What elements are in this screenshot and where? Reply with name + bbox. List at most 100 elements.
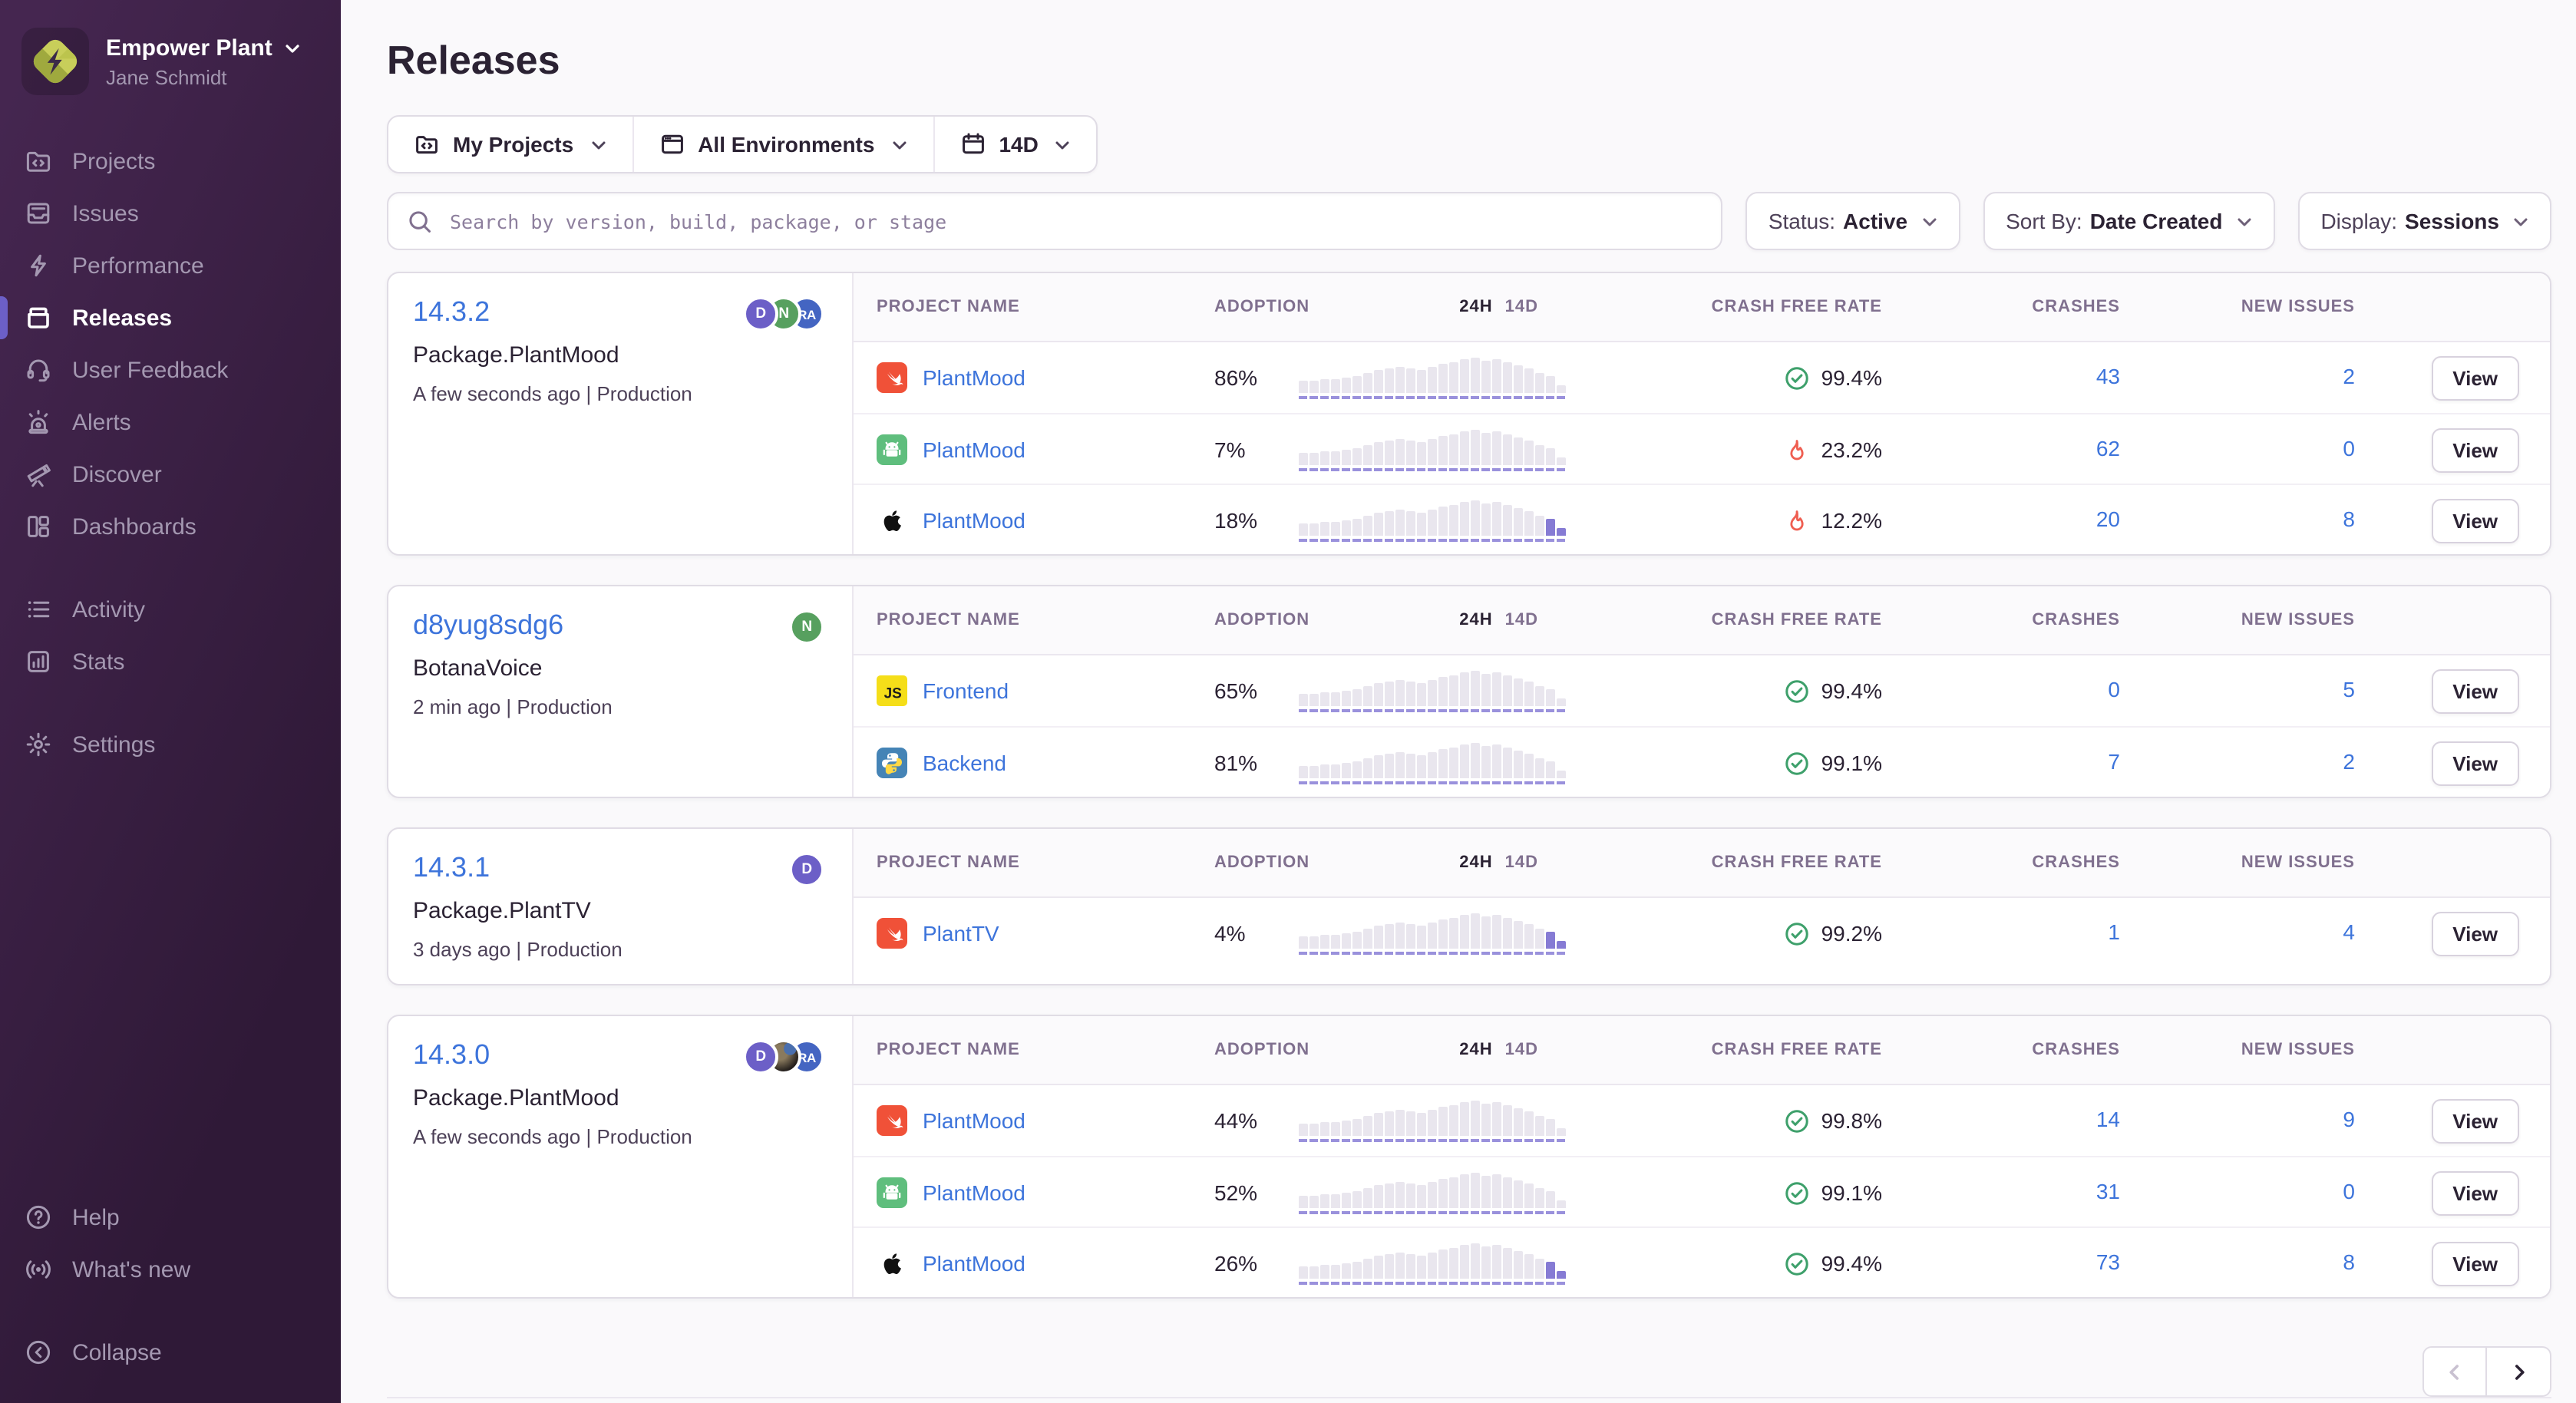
view-release-button[interactable]: View [2431,1241,2519,1286]
release-version-link[interactable]: 14.3.2 [413,296,490,328]
spark-bar [1438,436,1447,465]
avatar[interactable]: D [743,296,778,332]
project-link[interactable]: PlantMood [923,437,1025,462]
project-link[interactable]: PlantMood [923,1180,1025,1205]
avatar[interactable]: D [743,1039,778,1075]
spark-bar [1385,368,1393,393]
sidebar-item-help[interactable]: Help [0,1191,341,1243]
spark-bar [1417,683,1425,706]
sidebar-item-releases[interactable]: Releases [0,292,341,344]
org-switcher[interactable]: Empower Plant Jane Schmidt [0,18,341,104]
release-version-link[interactable]: d8yug8sdg6 [413,609,563,642]
sidebar-item-label: Dashboards [72,513,197,540]
view-release-button[interactable]: View [2431,1170,2519,1215]
status-dropdown[interactable]: Status:Active [1745,192,1960,250]
crashes-link[interactable]: 0 [2108,677,2120,702]
sidebar-item-projects[interactable]: Projects [0,135,341,187]
projects-filter-button[interactable]: My Projects [388,117,632,172]
crashes-link[interactable]: 1 [2108,919,2120,944]
sidebar-item-dashboards[interactable]: Dashboards [0,500,341,553]
view-release-button[interactable]: View [2431,1098,2519,1143]
release-version-link[interactable]: 14.3.1 [413,852,490,884]
check-circle-icon [1785,365,1811,391]
display-dropdown[interactable]: Display:Sessions [2297,192,2551,250]
search-input[interactable] [447,208,1702,234]
view-release-button[interactable]: View [2431,668,2519,713]
new-issues-link[interactable]: 8 [2343,507,2355,531]
project-link[interactable]: Backend [923,751,1006,775]
fire-icon [1785,507,1811,533]
crashes-link[interactable]: 62 [2096,436,2120,461]
project-link[interactable]: Frontend [923,678,1009,703]
crash-free-value: 12.2% [1821,508,1882,533]
chart-period-14d[interactable]: 14D [1505,298,1538,316]
spark-bar [1481,746,1490,778]
chart-period-24h[interactable]: 24H [1459,298,1492,316]
sidebar-item-whats-new[interactable]: What's new [0,1243,341,1296]
chart-period-14d[interactable]: 14D [1505,853,1538,872]
chart-period-14d[interactable]: 14D [1505,611,1538,629]
new-issues-link[interactable]: 4 [2343,919,2355,944]
spark-bar [1342,450,1350,465]
spark-bar [1299,936,1307,949]
sidebar-item-stats[interactable]: Stats [0,635,341,688]
crashes-link[interactable]: 73 [2096,1249,2120,1274]
sidebar-item-collapse[interactable]: Collapse [0,1326,341,1378]
chart-period-14d[interactable]: 14D [1505,1041,1538,1059]
new-issues-link[interactable]: 5 [2343,677,2355,702]
new-issues-link[interactable]: 8 [2343,1249,2355,1274]
next-page-button[interactable] [2487,1346,2551,1397]
spark-bar [1395,367,1404,393]
sort-dropdown[interactable]: Sort By:Date Created [1983,192,2274,250]
new-issues-link[interactable]: 2 [2343,364,2355,388]
spark-bar [1417,513,1425,536]
project-link[interactable]: PlantMood [923,365,1025,390]
search-box[interactable] [387,192,1722,250]
project-link[interactable]: PlantMood [923,1108,1025,1133]
view-release-button[interactable]: View [2431,428,2519,472]
spark-bar [1417,1185,1425,1208]
environments-filter-button[interactable]: All Environments [632,117,933,172]
release-table: PROJECT NAMEADOPTION24H14DCRASH FREE RAT… [854,1016,2550,1297]
chart-period-24h[interactable]: 24H [1459,853,1492,872]
view-release-button[interactable]: View [2431,911,2519,956]
project-cell: JSFrontend [854,675,1214,706]
sidebar-item-alerts[interactable]: Alerts [0,396,341,448]
release-info-panel: 14.3.0DRAPackage.PlantMoodA few seconds … [388,1016,854,1297]
adoption-value: 52% [1214,1180,1299,1205]
view-release-button[interactable]: View [2431,355,2519,400]
release-version-link[interactable]: 14.3.0 [413,1039,490,1071]
spark-bar [1395,439,1404,465]
sidebar-item-activity[interactable]: Activity [0,583,341,635]
sidebar-item-label: What's new [72,1256,190,1283]
spark-bar [1395,752,1404,778]
view-release-button[interactable]: View [2431,498,2519,543]
crashes-link[interactable]: 7 [2108,749,2120,774]
project-link[interactable]: PlantMood [923,1251,1025,1276]
new-issues-link[interactable]: 0 [2343,1179,2355,1203]
project-link[interactable]: PlantMood [923,508,1025,533]
new-issues-link[interactable]: 2 [2343,749,2355,774]
new-issues-link[interactable]: 0 [2343,436,2355,461]
avatar[interactable]: N [789,609,824,645]
chart-period-24h[interactable]: 24H [1459,611,1492,629]
view-release-button[interactable]: View [2431,741,2519,785]
sidebar-item-settings[interactable]: Settings [0,718,341,771]
avatar[interactable]: D [789,852,824,887]
project-link[interactable]: PlantTV [923,921,999,946]
crashes-link[interactable]: 20 [2096,507,2120,531]
date-range-filter-button[interactable]: 14D [933,117,1096,172]
sidebar-item-performance[interactable]: Performance [0,239,341,292]
crashes-link[interactable]: 14 [2096,1107,2120,1131]
new-issues-link[interactable]: 9 [2343,1107,2355,1131]
sidebar-item-label: Projects [72,148,155,174]
crashes-link[interactable]: 43 [2096,364,2120,388]
crashes-link[interactable]: 31 [2096,1179,2120,1203]
sidebar-item-user-feedback[interactable]: User Feedback [0,344,341,396]
sidebar-item-issues[interactable]: Issues [0,187,341,239]
sidebar-item-discover[interactable]: Discover [0,448,341,500]
spark-bar [1331,451,1339,465]
spark-bar [1546,519,1554,536]
previous-page-button[interactable] [2422,1346,2487,1397]
chart-period-24h[interactable]: 24H [1459,1041,1492,1059]
